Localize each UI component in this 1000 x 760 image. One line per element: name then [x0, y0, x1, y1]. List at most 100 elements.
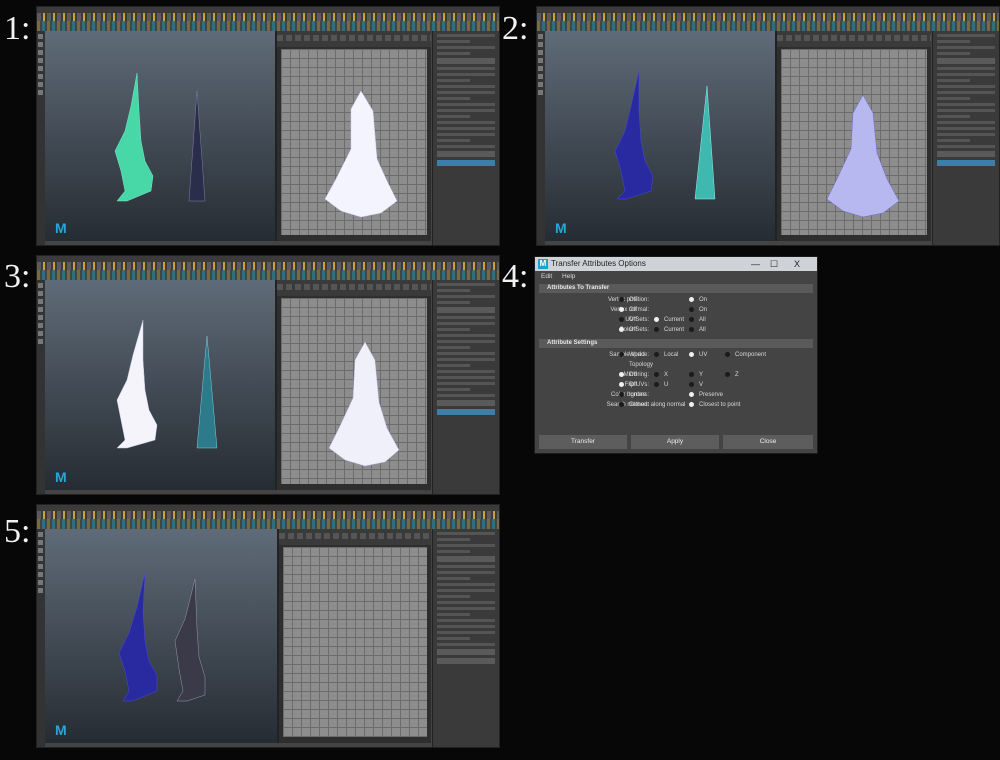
radio-option[interactable]: On: [689, 305, 707, 315]
uv-editor-toolbar[interactable]: [279, 529, 431, 545]
mesh-objects: [118, 572, 206, 702]
radio-option[interactable]: All: [689, 325, 706, 335]
apply-button[interactable]: Apply: [631, 435, 719, 449]
row-vertex-position: Vertex position: Off On: [535, 295, 817, 305]
toolbox[interactable]: [37, 529, 45, 747]
row-sample-space: Sample space: World Local UV Component: [535, 350, 817, 360]
radio-option[interactable]: Closest along normal: [619, 400, 685, 410]
dialog-titlebar[interactable]: M Transfer Attributes Options — ☐ X: [535, 257, 817, 271]
step-label-5: 5:: [4, 513, 31, 550]
row-color-sets: Color Sets: Off Current All: [535, 325, 817, 335]
step-label-1: 1:: [4, 10, 31, 47]
status-line[interactable]: [537, 13, 999, 21]
row-flip-uvs: Flip UVs: Off U V: [535, 380, 817, 390]
radio-option[interactable]: Off: [619, 370, 637, 380]
maya-icon: M: [538, 259, 548, 269]
uv-toolkit[interactable]: [432, 529, 499, 747]
uv-shell: [324, 90, 398, 218]
toolbox[interactable]: [37, 31, 45, 245]
viewport-3d[interactable]: M: [45, 529, 279, 743]
uv-shell: [826, 94, 900, 218]
radio-option[interactable]: V: [689, 380, 703, 390]
viewport-3d[interactable]: M: [45, 280, 277, 490]
radio-option[interactable]: X: [654, 370, 668, 380]
row-mirroring: Mirroring: Off X Y Z: [535, 370, 817, 380]
row-topology: Topology: [535, 360, 817, 370]
radio-option[interactable]: Current: [654, 325, 684, 335]
row-vertex-normal: Vertex normal: Off On: [535, 305, 817, 315]
radio-option[interactable]: Local: [654, 350, 678, 360]
minimize-button[interactable]: —: [751, 257, 760, 271]
mesh-objects: [614, 70, 716, 200]
maximize-button[interactable]: ☐: [770, 257, 778, 271]
uv-toolkit[interactable]: [432, 280, 499, 494]
dialog-menu-bar: Edit Help: [535, 271, 817, 282]
uv-editor-toolbar[interactable]: [277, 280, 431, 296]
viewport-3d[interactable]: M: [545, 31, 777, 241]
close-button[interactable]: Close: [723, 435, 813, 449]
step-label-4: 4:: [502, 258, 529, 295]
radio-option[interactable]: Ignore: [619, 390, 646, 400]
maya-logo: M: [55, 220, 67, 236]
radio-option[interactable]: UV: [689, 350, 707, 360]
uv-toolkit[interactable]: [432, 31, 499, 245]
radio-option[interactable]: Y: [689, 370, 703, 380]
menu-edit[interactable]: Edit: [541, 273, 552, 280]
shelf[interactable]: [537, 21, 999, 31]
status-line[interactable]: [37, 511, 499, 519]
uv-editor[interactable]: [277, 280, 431, 490]
status-line[interactable]: [37, 13, 499, 21]
radio-option[interactable]: Off: [619, 305, 637, 315]
mesh-objects: [114, 72, 206, 202]
radio-option[interactable]: Off: [619, 295, 637, 305]
radio-option[interactable]: Closest to point: [689, 400, 740, 410]
uv-editor-toolbar[interactable]: [777, 31, 931, 47]
dialog-footer: Transfer Apply Close: [539, 435, 813, 449]
radio-option[interactable]: Off: [619, 325, 637, 335]
radio-option[interactable]: Z: [725, 370, 739, 380]
step-label-3: 3:: [4, 258, 31, 295]
radio-option[interactable]: Off: [619, 315, 637, 325]
radio-option[interactable]: All: [689, 315, 706, 325]
transfer-attributes-options-dialog: M Transfer Attributes Options — ☐ X Edit…: [534, 256, 818, 454]
maya-logo: M: [55, 469, 67, 485]
radio-option[interactable]: Preserve: [689, 390, 723, 400]
transfer-button[interactable]: Transfer: [539, 435, 627, 449]
radio-option[interactable]: Component: [725, 350, 766, 360]
close-window-button[interactable]: X: [794, 257, 800, 271]
radio-option[interactable]: U: [654, 380, 668, 390]
radio-option[interactable]: World: [619, 350, 645, 360]
uv-grid[interactable]: [283, 547, 427, 737]
uv-editor[interactable]: [277, 31, 431, 241]
uv-editor[interactable]: [777, 31, 931, 241]
uv-editor[interactable]: [279, 529, 431, 743]
shelf[interactable]: [37, 270, 499, 280]
uv-grid[interactable]: [281, 298, 427, 484]
uv-editor-toolbar[interactable]: [277, 31, 431, 47]
uv-grid[interactable]: [281, 49, 427, 235]
mesh-objects: [116, 319, 218, 449]
toolbox[interactable]: [37, 280, 45, 494]
menu-help[interactable]: Help: [562, 273, 575, 280]
toolbox[interactable]: [537, 31, 545, 245]
uv-toolkit[interactable]: [932, 31, 999, 245]
viewport-3d[interactable]: M: [45, 31, 277, 241]
section-attribute-settings[interactable]: Attribute Settings: [539, 339, 813, 348]
radio-option[interactable]: Off: [619, 380, 637, 390]
radio-option[interactable]: On: [689, 295, 707, 305]
step-label-2: 2:: [502, 10, 529, 47]
radio-option[interactable]: Current: [654, 315, 684, 325]
shelf[interactable]: [37, 519, 499, 529]
uv-shell: [328, 341, 400, 467]
radio-option[interactable]: Topology: [619, 360, 653, 370]
row-color-borders: Color borders: Ignore Preserve: [535, 390, 817, 400]
section-attributes-to-transfer[interactable]: Attributes To Transfer: [539, 284, 813, 293]
maya-screenshot-2: M: [536, 6, 1000, 246]
row-search-method: Search method: Closest along normal Clos…: [535, 400, 817, 410]
maya-screenshot-5: M: [36, 504, 500, 748]
status-line[interactable]: [37, 262, 499, 270]
shelf[interactable]: [37, 21, 499, 31]
dialog-title: Transfer Attributes Options: [551, 259, 646, 268]
uv-grid[interactable]: [781, 49, 927, 235]
maya-screenshot-3: M: [36, 255, 500, 495]
